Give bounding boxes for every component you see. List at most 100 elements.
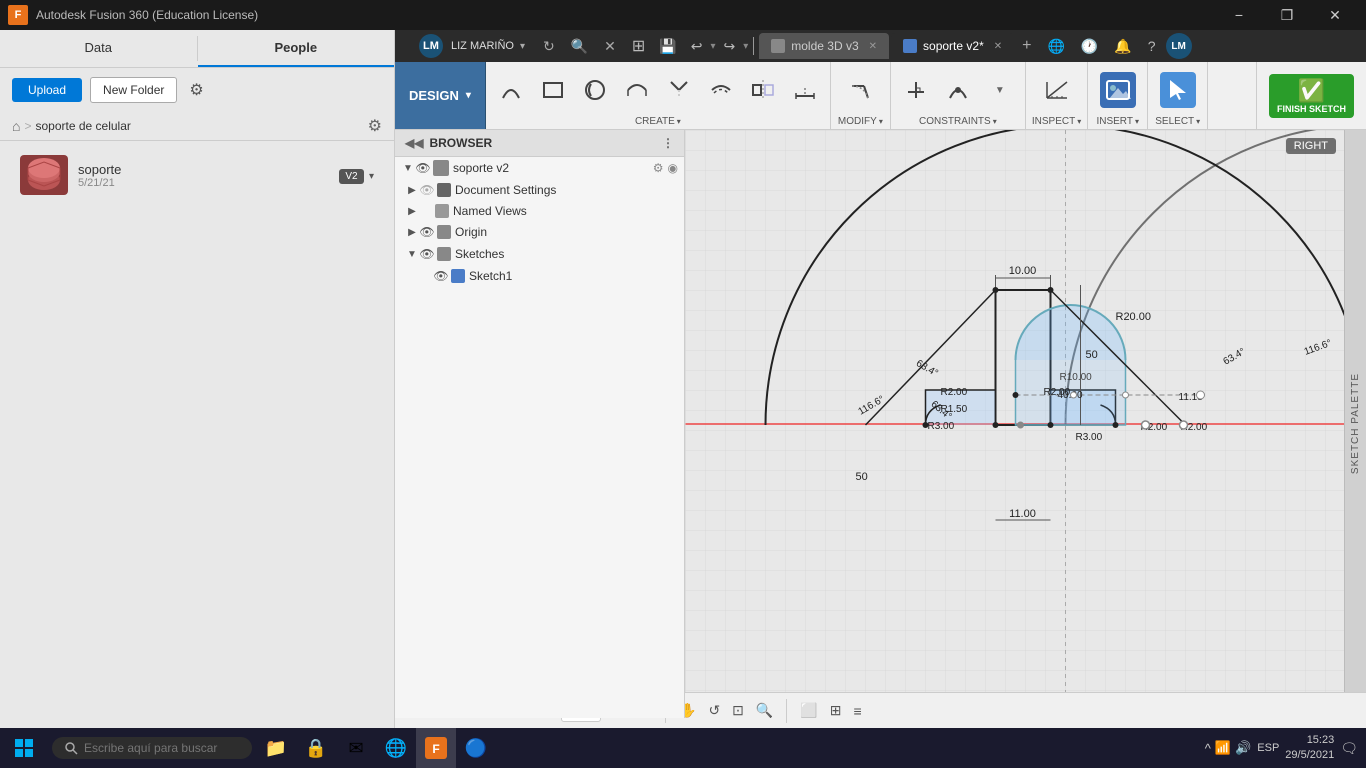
add-tab-button[interactable]: +: [1016, 35, 1037, 57]
new-folder-button[interactable]: New Folder: [90, 77, 177, 103]
finish-sketch-button[interactable]: ✅ FINISH SKETCH: [1269, 74, 1354, 118]
taskbar-app-chrome[interactable]: 🔵: [456, 728, 496, 768]
tree-vis-sketch1[interactable]: 👁: [433, 268, 449, 284]
tree-item-root[interactable]: ▼ 👁 soporte v2 ⚙ ◉: [395, 157, 684, 179]
insert-image-button[interactable]: [1095, 69, 1141, 111]
grid-display-button[interactable]: ⊞: [827, 699, 845, 722]
tree-expand-origin[interactable]: ▶: [405, 225, 419, 239]
inspect-label[interactable]: INSPECT▾: [1032, 116, 1081, 127]
tab-data[interactable]: Data: [0, 30, 197, 67]
orbit-button[interactable]: ↺: [705, 699, 723, 722]
root-settings-icon[interactable]: ⚙: [653, 161, 664, 175]
version-badge[interactable]: V2: [339, 169, 363, 184]
rectangle-tool-button[interactable]: [534, 73, 572, 107]
modify-label[interactable]: MODIFY▾: [837, 116, 884, 127]
tab-soporte[interactable]: soporte v2* ✕: [891, 33, 1014, 59]
tree-expand-doc-settings[interactable]: ▶: [405, 183, 419, 197]
ribbon: DESIGN ▾: [395, 62, 1366, 130]
arc-tool-button[interactable]: [618, 73, 656, 107]
breadcrumb-separator: >: [24, 119, 31, 133]
tab-people[interactable]: People: [198, 30, 395, 67]
dimension-tool-button[interactable]: [786, 73, 824, 107]
online-button[interactable]: 🌐: [1041, 34, 1070, 59]
undo-button[interactable]: ↩: [685, 34, 709, 59]
tree-expand-named-views[interactable]: ▶: [405, 204, 419, 218]
tree-vis-sketches[interactable]: 👁: [419, 246, 435, 262]
minimize-button[interactable]: −: [1216, 0, 1262, 30]
tree-vis-doc-settings[interactable]: 👁: [419, 182, 435, 198]
tree-vis-origin[interactable]: 👁: [419, 224, 435, 240]
taskbar-app-fusion[interactable]: F: [416, 728, 456, 768]
panel-settings-button[interactable]: ⚙: [185, 76, 207, 104]
close-panel-button[interactable]: ✕: [598, 34, 622, 59]
tree-item-sketches[interactable]: ▼ 👁 Sketches: [395, 243, 684, 265]
tree-item-named-views[interactable]: ▶ Named Views: [395, 201, 684, 221]
circle-tool-button[interactable]: [576, 73, 614, 107]
tab-molde[interactable]: molde 3D v3 ✕: [759, 33, 889, 59]
clock-button[interactable]: 🕐: [1075, 34, 1104, 59]
grid-icon[interactable]: ⊞: [626, 32, 651, 60]
start-button[interactable]: [0, 728, 48, 768]
save-button[interactable]: 💾: [653, 34, 682, 59]
tree-item-doc-settings[interactable]: ▶ 👁 Document Settings: [395, 179, 684, 201]
zoom-in-button[interactable]: 🔍: [753, 699, 776, 722]
insert-label[interactable]: INSERT▾: [1094, 116, 1141, 127]
close-button[interactable]: ✕: [1312, 0, 1358, 30]
breadcrumb-home-icon[interactable]: ⌂: [12, 118, 20, 134]
trim-tool-button[interactable]: [660, 73, 698, 107]
tab-soporte-close-icon[interactable]: ✕: [994, 41, 1002, 52]
line-tool-button[interactable]: [492, 73, 530, 107]
view-cube-button[interactable]: ⬜: [797, 699, 820, 722]
browser-menu-button[interactable]: ⋮: [662, 136, 674, 150]
constraints-label[interactable]: CONSTRAINTS▾: [897, 116, 1019, 127]
taskbar-clock[interactable]: 15:23 29/5/2021: [1285, 733, 1334, 764]
help-button[interactable]: ?: [1142, 34, 1162, 58]
select-label[interactable]: SELECT▾: [1154, 116, 1201, 127]
systray-volume-icon[interactable]: 🔊: [1235, 740, 1251, 756]
upload-button[interactable]: Upload: [12, 78, 82, 102]
create-label[interactable]: CREATE▾: [492, 116, 824, 127]
tree-item-origin[interactable]: ▶ 👁 Origin: [395, 221, 684, 243]
redo-button[interactable]: ↪: [718, 34, 742, 59]
design-mode-button[interactable]: DESIGN ▾: [395, 62, 486, 129]
taskbar-app-file-explorer[interactable]: 📁: [256, 728, 296, 768]
search-button[interactable]: 🔍: [565, 34, 594, 59]
mirror-tool-button[interactable]: [744, 73, 782, 107]
browser-collapse-button[interactable]: ◀◀: [405, 136, 423, 150]
tree-vis-root[interactable]: 👁: [415, 160, 431, 176]
taskbar-search-input[interactable]: [84, 741, 234, 755]
refresh-button[interactable]: ↻: [537, 34, 561, 59]
constraints-expand-button[interactable]: ▼: [981, 73, 1019, 107]
restore-button[interactable]: ❐: [1264, 0, 1310, 30]
taskbar-app-edge[interactable]: 🌐: [376, 728, 416, 768]
tab-molde-close-icon[interactable]: ✕: [869, 41, 877, 52]
offset-tool-button[interactable]: [702, 73, 740, 107]
coincident-constraint-button[interactable]: [939, 73, 977, 107]
tree-expand-root[interactable]: ▼: [401, 161, 415, 175]
taskbar-app-mail[interactable]: ✉: [336, 728, 376, 768]
tree-item-sketch1[interactable]: 👁 Sketch1: [395, 265, 684, 287]
file-item[interactable]: soporte 5/21/21 V2 ▾: [12, 149, 382, 201]
taskbar-search[interactable]: [52, 737, 252, 759]
notification-button[interactable]: 🔔: [1108, 34, 1137, 59]
zoom-fit-button[interactable]: ⊡: [729, 699, 747, 722]
file-version[interactable]: V2 ▾: [339, 168, 374, 182]
select-tool-button[interactable]: [1155, 69, 1201, 111]
user-menu-button[interactable]: LM LIZ MARIÑO ▾: [411, 30, 533, 62]
user-avatar-top-right[interactable]: LM: [1166, 33, 1192, 59]
measure-button[interactable]: [1038, 73, 1076, 107]
taskbar-app-lock[interactable]: 🔒: [296, 728, 336, 768]
fillet-tool-button[interactable]: [841, 73, 879, 107]
root-more-icon[interactable]: ◉: [668, 161, 678, 175]
systray-expand-icon[interactable]: ^: [1205, 741, 1211, 756]
taskbar-notification-icon[interactable]: 🗨: [1340, 740, 1358, 757]
sketch1-name: Sketch1: [469, 269, 678, 283]
tree-expand-sketches[interactable]: ▼: [405, 247, 419, 261]
breadcrumb-settings-icon[interactable]: ⚙: [368, 116, 382, 136]
systray-network-icon[interactable]: 📶: [1215, 740, 1231, 756]
taskbar-language[interactable]: ESP: [1257, 742, 1279, 754]
perpendicular-constraint-button[interactable]: [897, 73, 935, 107]
canvas-area[interactable]: 10.00 50 R20.00 116.6° 116.6° 63.4° 63.4…: [685, 130, 1366, 718]
settings-display-button[interactable]: ≡: [851, 700, 865, 722]
breadcrumb-folder[interactable]: soporte de celular: [35, 119, 130, 133]
